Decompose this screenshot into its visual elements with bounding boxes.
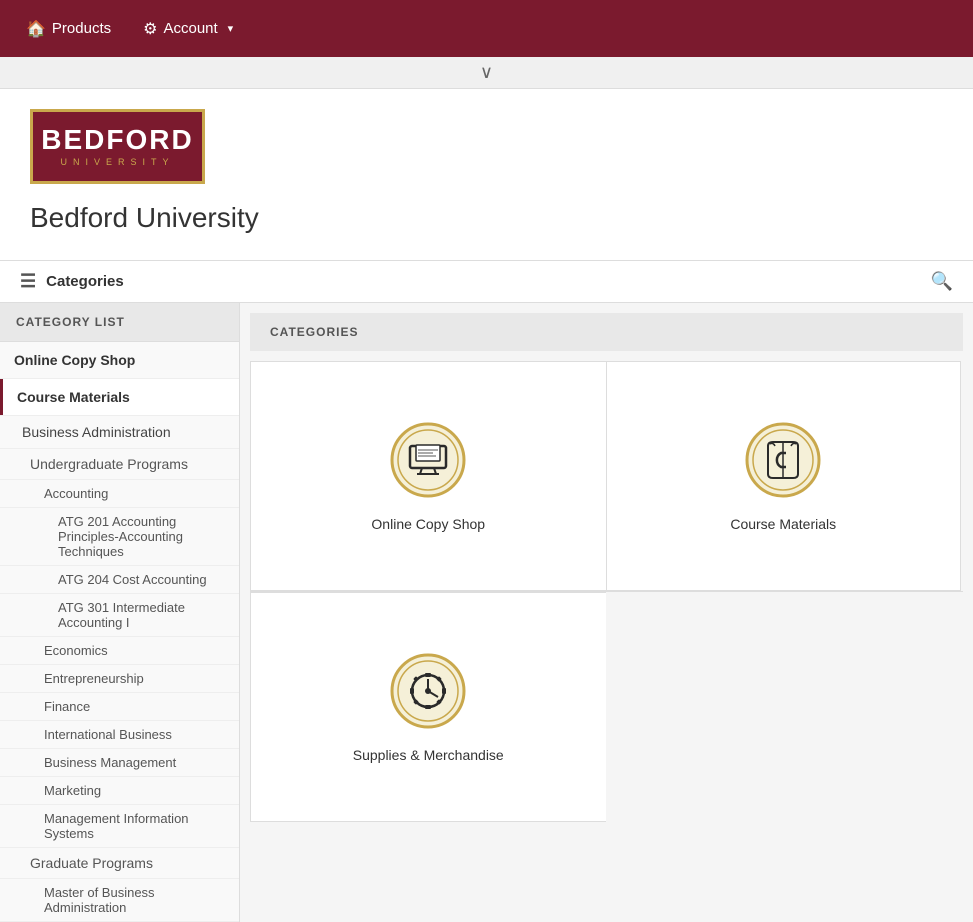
search-icon[interactable]: 🔍 [931,271,953,292]
content-header: CATEGORIES [250,313,963,351]
sidebar-item-online-copy-shop[interactable]: Online Copy Shop [0,342,239,379]
sidebar-item-label: ATG 201 Accounting Principles-Accounting… [58,514,183,559]
account-nav-item[interactable]: ⚙ Account ▾ [127,0,249,57]
gear-icon: ⚙ [143,19,157,39]
sidebar-item-label: ATG 204 Cost Accounting [58,572,207,587]
sidebar-item-accounting[interactable]: Accounting [0,480,239,508]
category-card-online-copy-shop[interactable]: Online Copy Shop [250,361,606,591]
categories-grid-row1: Online Copy Shop Course Materia [250,361,963,591]
sidebar-item-course-materials[interactable]: Course Materials [0,379,239,416]
chevron-down-icon: ∨ [480,62,493,83]
sidebar-item-marketing[interactable]: Marketing [0,777,239,805]
header-area: BEDFORD UNIVERSITY Bedford University [0,89,973,260]
sidebar-header: CATEGORY LIST [0,303,239,342]
sidebar-item-label: Graduate Programs [0,848,239,878]
empty-card-slot [606,592,963,822]
products-nav-item[interactable]: 🏠 Products [10,0,127,57]
sidebar: CATEGORY LIST Online Copy Shop Course Ma… [0,303,240,922]
sidebar-item-label: Entrepreneurship [0,665,239,692]
logo-sub-text: UNIVERSITY [60,157,174,167]
sidebar-item-label: Business Administration [0,416,239,448]
sidebar-item-label: Management Information Systems [0,805,239,847]
supplies-icon [388,651,468,731]
category-card-course-materials[interactable]: Course Materials [606,361,962,591]
category-card-label: Course Materials [730,516,836,532]
sidebar-item-label: Online Copy Shop [0,342,239,378]
site-title: Bedford University [30,202,943,234]
hamburger-icon: ☰ [20,271,36,292]
sidebar-item-label: Economics [0,637,239,664]
sidebar-item-atg204[interactable]: ATG 204 Cost Accounting [0,566,239,594]
sidebar-item-label: International Business [0,721,239,748]
sidebar-item-mis[interactable]: Management Information Systems [0,805,239,848]
sidebar-item-label: Master of Business Administration [0,879,239,921]
category-card-label: Online Copy Shop [371,516,485,532]
categories-grid-row2: Supplies & Merchandise [250,591,963,822]
home-icon: 🏠 [26,19,46,39]
sidebar-item-label: Undergraduate Programs [0,449,239,479]
category-card-supplies[interactable]: Supplies & Merchandise [250,592,606,822]
sidebar-item-label: Marketing [0,777,239,804]
main-layout: CATEGORY LIST Online Copy Shop Course Ma… [0,303,973,922]
sidebar-item-atg201[interactable]: ATG 201 Accounting Principles-Accounting… [0,508,239,566]
copy-shop-icon [388,420,468,500]
categories-bar: ☰ Categories 🔍 [0,260,973,303]
products-label: Products [52,20,111,37]
sidebar-item-entrepreneurship[interactable]: Entrepreneurship [0,665,239,693]
account-caret-icon: ▾ [228,22,234,35]
logo-main-text: BEDFORD [41,126,193,154]
sidebar-list: Online Copy Shop Course Materials Busine… [0,342,239,922]
sidebar-item-label: ATG 301 Intermediate Accounting I [58,600,185,630]
content-area: CATEGORIES Onlin [240,303,973,922]
sidebar-item-label: Business Management [0,749,239,776]
course-materials-icon [743,420,823,500]
sidebar-item-grad-programs[interactable]: Graduate Programs [0,848,239,879]
sidebar-item-label: Course Materials [0,379,239,415]
sidebar-item-finance[interactable]: Finance [0,693,239,721]
sidebar-item-business-mgmt[interactable]: Business Management [0,749,239,777]
sidebar-item-intl-business[interactable]: International Business [0,721,239,749]
collapse-bar[interactable]: ∨ [0,57,973,89]
account-label: Account [163,20,217,37]
sidebar-item-mba[interactable]: Master of Business Administration [0,879,239,922]
sidebar-item-label: Accounting [0,480,239,507]
category-card-label: Supplies & Merchandise [353,747,504,763]
sidebar-item-business-admin[interactable]: Business Administration [0,416,239,449]
logo: BEDFORD UNIVERSITY [30,109,205,184]
sidebar-item-economics[interactable]: Economics [0,637,239,665]
sidebar-item-undergrad[interactable]: Undergraduate Programs [0,449,239,480]
top-nav: 🏠 Products ⚙ Account ▾ [0,0,973,57]
categories-label: Categories [46,273,124,290]
categories-bar-label-group: ☰ Categories [20,271,124,292]
sidebar-item-label: Finance [0,693,239,720]
sidebar-item-atg301[interactable]: ATG 301 Intermediate Accounting I [0,594,239,637]
